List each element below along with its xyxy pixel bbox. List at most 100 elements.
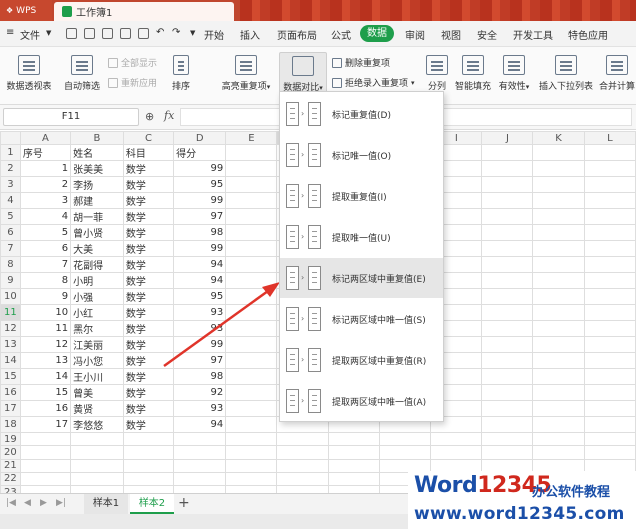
undo-icon[interactable]: ↶	[156, 27, 164, 38]
cell[interactable]	[583, 432, 636, 447]
row-header[interactable]: 21	[0, 458, 21, 473]
cell[interactable]	[276, 484, 329, 493]
menu-security[interactable]: 安全	[477, 27, 497, 42]
cell[interactable]: 胡一菲	[70, 208, 124, 226]
cell[interactable]	[481, 304, 534, 322]
quick-access-more-icon[interactable]: ▼	[190, 29, 195, 37]
cell[interactable]	[532, 400, 585, 418]
row-header[interactable]: 9	[0, 272, 21, 290]
cell[interactable]	[276, 471, 329, 486]
cell[interactable]	[481, 368, 534, 386]
column-header[interactable]: K	[532, 131, 585, 146]
row-header[interactable]: 7	[0, 240, 21, 258]
cell[interactable]: 李扬	[70, 176, 124, 194]
cell[interactable]	[327, 432, 381, 447]
cell[interactable]	[225, 176, 278, 194]
cell[interactable]	[225, 304, 278, 322]
cell[interactable]: 15	[19, 384, 72, 402]
row-header[interactable]: 15	[0, 368, 21, 386]
first-sheet-icon[interactable]: |◀	[6, 498, 16, 508]
cell[interactable]	[532, 368, 585, 386]
cell[interactable]: 16	[19, 400, 72, 418]
cell[interactable]: 6	[19, 240, 72, 258]
cell[interactable]	[225, 458, 278, 473]
mark-unique-item[interactable]: › 标记唯一值(O)	[280, 135, 443, 175]
cell[interactable]	[225, 256, 278, 274]
cell[interactable]	[225, 336, 278, 354]
menu-developer[interactable]: 开发工具	[513, 27, 553, 42]
cell[interactable]	[583, 160, 636, 178]
autofilter-button[interactable]: 自动筛选	[62, 55, 102, 92]
cell[interactable]: 数学	[122, 416, 175, 434]
function-icon[interactable]: fx	[164, 109, 174, 122]
cell[interactable]	[583, 272, 636, 290]
cell[interactable]: 98	[173, 368, 227, 386]
mark-two-range-duplicates-item[interactable]: › 标记两区域中重复值(E)	[280, 258, 443, 298]
cell[interactable]	[583, 368, 636, 386]
cell[interactable]	[276, 445, 329, 460]
cell[interactable]: 93	[173, 400, 227, 418]
cell[interactable]: 17	[19, 416, 72, 434]
cell[interactable]	[173, 432, 227, 447]
cell[interactable]	[19, 484, 72, 493]
column-header[interactable]: J	[481, 131, 534, 146]
cell[interactable]	[583, 400, 636, 418]
format-painter-icon[interactable]	[138, 28, 149, 39]
cell[interactable]	[481, 208, 534, 226]
cell[interactable]: 得分	[173, 144, 227, 162]
cell[interactable]	[225, 240, 278, 258]
cell[interactable]: 数学	[122, 272, 175, 290]
cell[interactable]	[276, 432, 329, 447]
cell[interactable]: 数学	[122, 352, 175, 370]
cell[interactable]	[583, 304, 636, 322]
cell[interactable]: 数学	[122, 320, 175, 338]
cell[interactable]	[70, 471, 124, 486]
insert-dropdown-list-button[interactable]: 插入下拉列表	[538, 55, 594, 92]
menu-data[interactable]: 数据	[360, 25, 394, 42]
menu-insert[interactable]: 插入	[240, 27, 260, 42]
row-header[interactable]: 8	[0, 256, 21, 274]
print-preview-icon[interactable]	[120, 28, 131, 39]
cell[interactable]: 99	[173, 160, 227, 178]
cell[interactable]: 9	[19, 288, 72, 306]
cell[interactable]	[225, 208, 278, 226]
cell[interactable]	[481, 336, 534, 354]
extract-two-range-unique-item[interactable]: › 提取两区域中唯一值(A)	[280, 381, 443, 421]
row-header[interactable]: 3	[0, 176, 21, 194]
cell[interactable]	[481, 384, 534, 402]
select-all-corner[interactable]	[0, 131, 21, 146]
cell[interactable]	[122, 432, 175, 447]
cell[interactable]: 12	[19, 336, 72, 354]
reject-duplicates-button[interactable]: 拒绝录入重复项 ▾	[332, 76, 415, 89]
cell[interactable]	[225, 192, 278, 210]
cell[interactable]	[532, 416, 585, 434]
cell[interactable]	[122, 484, 175, 493]
row-header[interactable]: 5	[0, 208, 21, 226]
split-column-button[interactable]: 分列	[424, 55, 450, 92]
cell[interactable]	[173, 458, 227, 473]
row-header[interactable]: 17	[0, 400, 21, 418]
cell[interactable]: 姓名	[70, 144, 124, 162]
cell[interactable]: 数学	[122, 256, 175, 274]
open-icon[interactable]	[84, 28, 95, 39]
cell[interactable]	[481, 272, 534, 290]
cell[interactable]	[532, 272, 585, 290]
cell[interactable]: 13	[19, 352, 72, 370]
save-icon[interactable]	[66, 28, 77, 39]
cell[interactable]: 1	[19, 160, 72, 178]
redo-icon[interactable]: ↷	[172, 27, 180, 38]
cell[interactable]: 数学	[122, 160, 175, 178]
chevron-down-icon[interactable]: ▼	[46, 29, 51, 37]
cell[interactable]	[19, 432, 72, 447]
cell[interactable]	[481, 192, 534, 210]
extract-duplicates-item[interactable]: › 提取重复值(I)	[280, 176, 443, 216]
row-header[interactable]: 18	[0, 416, 21, 434]
cell[interactable]	[583, 352, 636, 370]
cell[interactable]: 4	[19, 208, 72, 226]
smart-fill-button[interactable]: 智能填充	[452, 55, 494, 92]
cell[interactable]: 小明	[70, 272, 124, 290]
cell[interactable]	[225, 368, 278, 386]
cell[interactable]	[327, 445, 381, 460]
last-sheet-icon[interactable]: ▶|	[56, 498, 66, 508]
highlight-duplicates-button[interactable]: 高亮重复项▾	[218, 55, 274, 92]
